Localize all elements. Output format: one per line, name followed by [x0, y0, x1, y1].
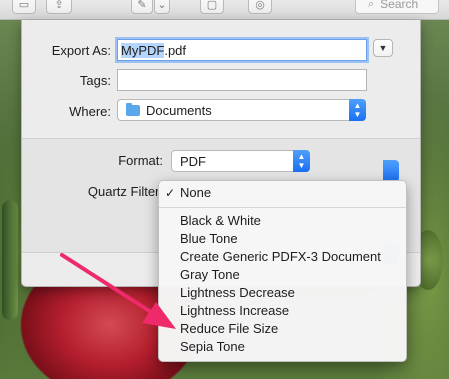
menu-item-sepia-tone[interactable]: Sepia Tone: [159, 338, 406, 356]
share-button[interactable]: ⇪: [46, 0, 72, 14]
window-toolbar: ▭ ⇪ ✎ ⌄ ▢ ◎ ⌕ Search: [0, 0, 449, 20]
sidebar-icon: ▭: [18, 0, 30, 11]
menu-item-generic-pdfx3[interactable]: Create Generic PDFX-3 Document: [159, 248, 406, 266]
search-field[interactable]: ⌕ Search: [355, 0, 439, 14]
menu-item-blue-tone[interactable]: Blue Tone: [159, 230, 406, 248]
format-label: Format:: [118, 153, 163, 168]
popup-arrows-icon: ▲ ▼: [293, 150, 310, 172]
sidebar-toggle-button[interactable]: ▭: [12, 0, 36, 14]
annotate-icon: ◎: [255, 0, 265, 11]
filename-extension: .pdf: [164, 42, 187, 58]
menu-item-gray-tone[interactable]: Gray Tone: [159, 266, 406, 284]
sheet-top-section: Export As: MyPDF .pdf ▼ Tags: Where: Docu…: [22, 20, 420, 138]
export-as-label: Export As:: [51, 43, 111, 58]
annotate-button[interactable]: ◎: [248, 0, 272, 14]
format-popup[interactable]: PDF ▲ ▼: [171, 150, 310, 172]
share-icon: ⇪: [54, 0, 64, 11]
markup-button[interactable]: ✎: [131, 0, 153, 14]
chevron-down-icon: ⌄: [157, 0, 167, 11]
menu-item-lightness-increase[interactable]: Lightness Increase: [159, 302, 406, 320]
chevron-down-icon: ▼: [378, 43, 388, 53]
quartz-filter-popup[interactable]: [383, 160, 399, 182]
filename-selected-text: MyPDF: [121, 42, 165, 58]
menu-item-label: None: [180, 185, 212, 200]
markup-menu-button[interactable]: ⌄: [154, 0, 170, 14]
rotate-icon: ▢: [206, 0, 218, 11]
folder-icon: [126, 102, 140, 116]
menu-item-lightness-decrease[interactable]: Lightness Decrease: [159, 284, 406, 302]
quartz-filter-label: Quartz Filter:: [87, 184, 163, 199]
rotate-button[interactable]: ▢: [200, 0, 224, 14]
search-placeholder: Search: [380, 0, 419, 11]
quartz-filter-menu: ✓ None Black & White Blue Tone Create Ge…: [158, 180, 407, 362]
tags-field[interactable]: [117, 69, 367, 91]
background-leaf: [2, 200, 18, 320]
checkmark-icon: ✓: [165, 186, 176, 200]
menu-separator: [159, 207, 406, 208]
menu-item-black-white[interactable]: Black & White: [159, 212, 406, 230]
pen-icon: ✎: [137, 0, 147, 11]
menu-item-none[interactable]: ✓ None: [159, 184, 406, 202]
popup-arrows-icon: ▲ ▼: [349, 99, 366, 121]
expand-dialog-button[interactable]: ▼: [373, 39, 393, 57]
where-label: Where:: [69, 104, 111, 119]
search-icon: ⌕: [368, 0, 375, 10]
where-popup[interactable]: Documents ▲ ▼: [117, 99, 366, 121]
menu-item-reduce-file-size[interactable]: Reduce File Size: [159, 320, 406, 338]
format-value: PDF: [180, 153, 206, 169]
where-value: Documents: [146, 102, 212, 118]
tags-label: Tags:: [79, 73, 111, 88]
export-as-field[interactable]: MyPDF .pdf: [117, 39, 367, 61]
